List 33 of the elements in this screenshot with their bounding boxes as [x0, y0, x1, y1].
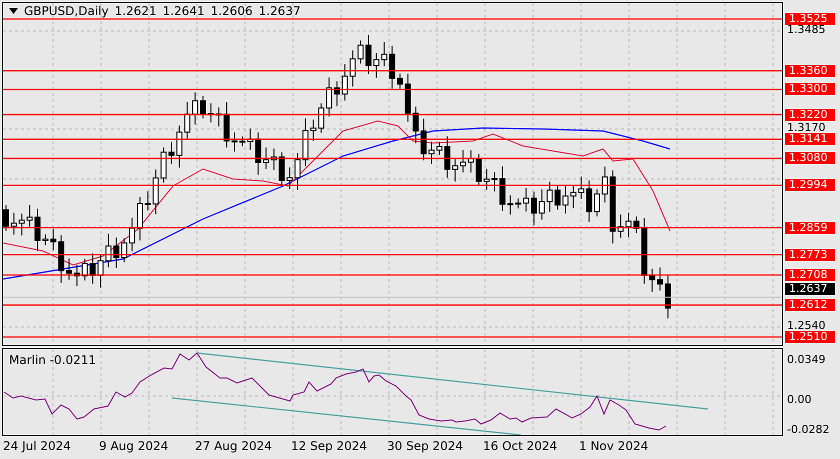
- indicator-axis-tick: 0.0349: [787, 354, 826, 366]
- price-level-tag: 1.2612: [785, 299, 835, 312]
- dropdown-triangle-icon[interactable]: [9, 8, 18, 14]
- price-level-tag: 1.2510: [785, 330, 835, 343]
- ohlc-value: 1.2621: [114, 4, 157, 18]
- symbol-label: GBPUSD,Daily: [24, 4, 109, 18]
- date-axis-label: 12 Sep 2024: [291, 439, 368, 453]
- price-level-tag: 1.3141: [785, 133, 835, 146]
- date-axis-label: 1 Nov 2024: [579, 439, 648, 453]
- price-level-tag: 1.3360: [785, 64, 835, 77]
- price-axis-tick: 1.2540: [787, 320, 826, 332]
- price-level-tag: 1.2859: [785, 222, 835, 234]
- price-level-tag: 1.3525: [785, 13, 835, 25]
- price-axis-tick: 1.3170: [787, 122, 826, 134]
- price-level-tag: 1.3080: [785, 152, 835, 164]
- price-level-tag: 1.2773: [785, 248, 835, 261]
- ohlc-value: 1.2606: [210, 4, 253, 18]
- indicator-label: Marlin -0.0211: [9, 353, 96, 367]
- indicator-axis-tick: 0.00: [787, 394, 812, 406]
- price-level-tag: 1.3300: [785, 83, 835, 96]
- date-axis-label: 30 Sep 2024: [387, 439, 464, 453]
- date-axis-label: 27 Aug 2024: [195, 439, 272, 453]
- date-axis-label: 9 Aug 2024: [99, 439, 168, 453]
- price-axis-tick: 1.3485: [787, 24, 826, 36]
- price-level-tag: 1.2708: [785, 268, 835, 281]
- date-axis-label: 16 Oct 2024: [483, 439, 558, 453]
- current-price-tag: 1.2637: [785, 283, 835, 296]
- ohlc-value: 1.2641: [162, 4, 205, 18]
- price-level-tag: 1.3220: [785, 108, 835, 121]
- price-level-tag: 1.2994: [785, 179, 835, 192]
- date-axis-label: 24 Jul 2024: [3, 439, 71, 453]
- ohlc-value: 1.2637: [258, 4, 301, 18]
- indicator-axis-tick: -0.0282: [787, 424, 830, 436]
